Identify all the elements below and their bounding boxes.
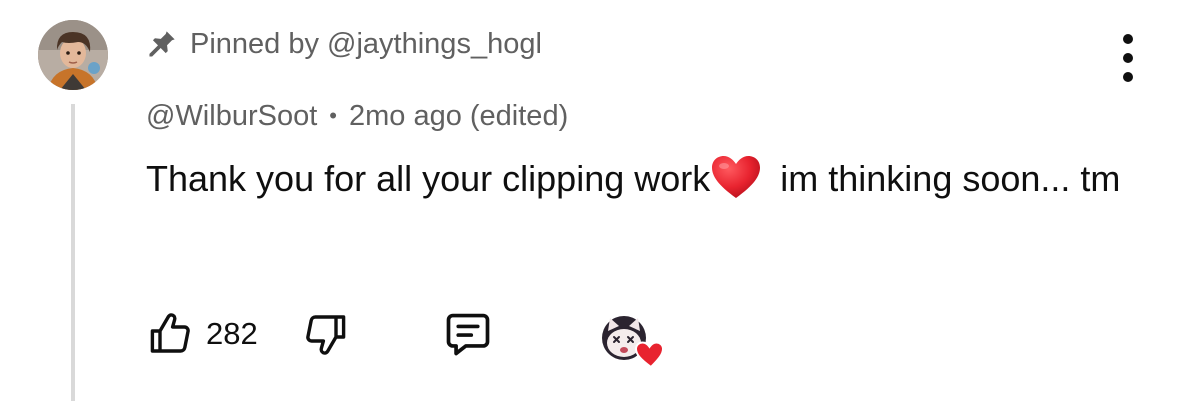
more-vertical-icon[interactable] xyxy=(1112,34,1144,82)
avatar-image xyxy=(38,20,108,90)
comment-thread: Pinned by @jaythings_hogl @WilburSoot • … xyxy=(0,0,1200,401)
meta-separator: • xyxy=(329,103,337,128)
comment-timestamp[interactable]: 2mo ago (edited) xyxy=(349,100,568,133)
thread-line xyxy=(71,104,75,401)
like-button[interactable]: 282 xyxy=(146,310,302,358)
thumbs-up-icon xyxy=(150,313,190,353)
kebab-dot xyxy=(1123,53,1133,63)
pinned-indicator: Pinned by @jaythings_hogl xyxy=(146,24,542,64)
kebab-dot xyxy=(1123,34,1133,44)
creator-heart-icon[interactable] xyxy=(600,313,668,369)
pin-icon xyxy=(149,31,175,57)
thumbs-down-icon xyxy=(305,315,346,355)
comment-actions: 282 xyxy=(146,306,494,362)
comment-meta: @WilburSoot • 2mo ago (edited) xyxy=(146,95,568,137)
reply-button[interactable] xyxy=(442,308,494,360)
avatar[interactable] xyxy=(38,20,108,90)
comment-body-part2: im thinking soon... tm xyxy=(770,158,1121,199)
pinned-label: Pinned by @jaythings_hogl xyxy=(190,27,542,60)
author-handle[interactable]: @WilburSoot xyxy=(146,100,317,133)
red-heart-emoji-icon xyxy=(712,156,761,198)
kebab-dot xyxy=(1123,72,1133,82)
reply-comment-icon xyxy=(446,313,490,356)
comment-body: Thank you for all your clipping work im … xyxy=(146,150,1136,208)
like-count: 282 xyxy=(206,316,258,351)
dislike-button[interactable] xyxy=(302,310,350,358)
comment-body-part1: Thank you for all your clipping work xyxy=(146,158,711,199)
